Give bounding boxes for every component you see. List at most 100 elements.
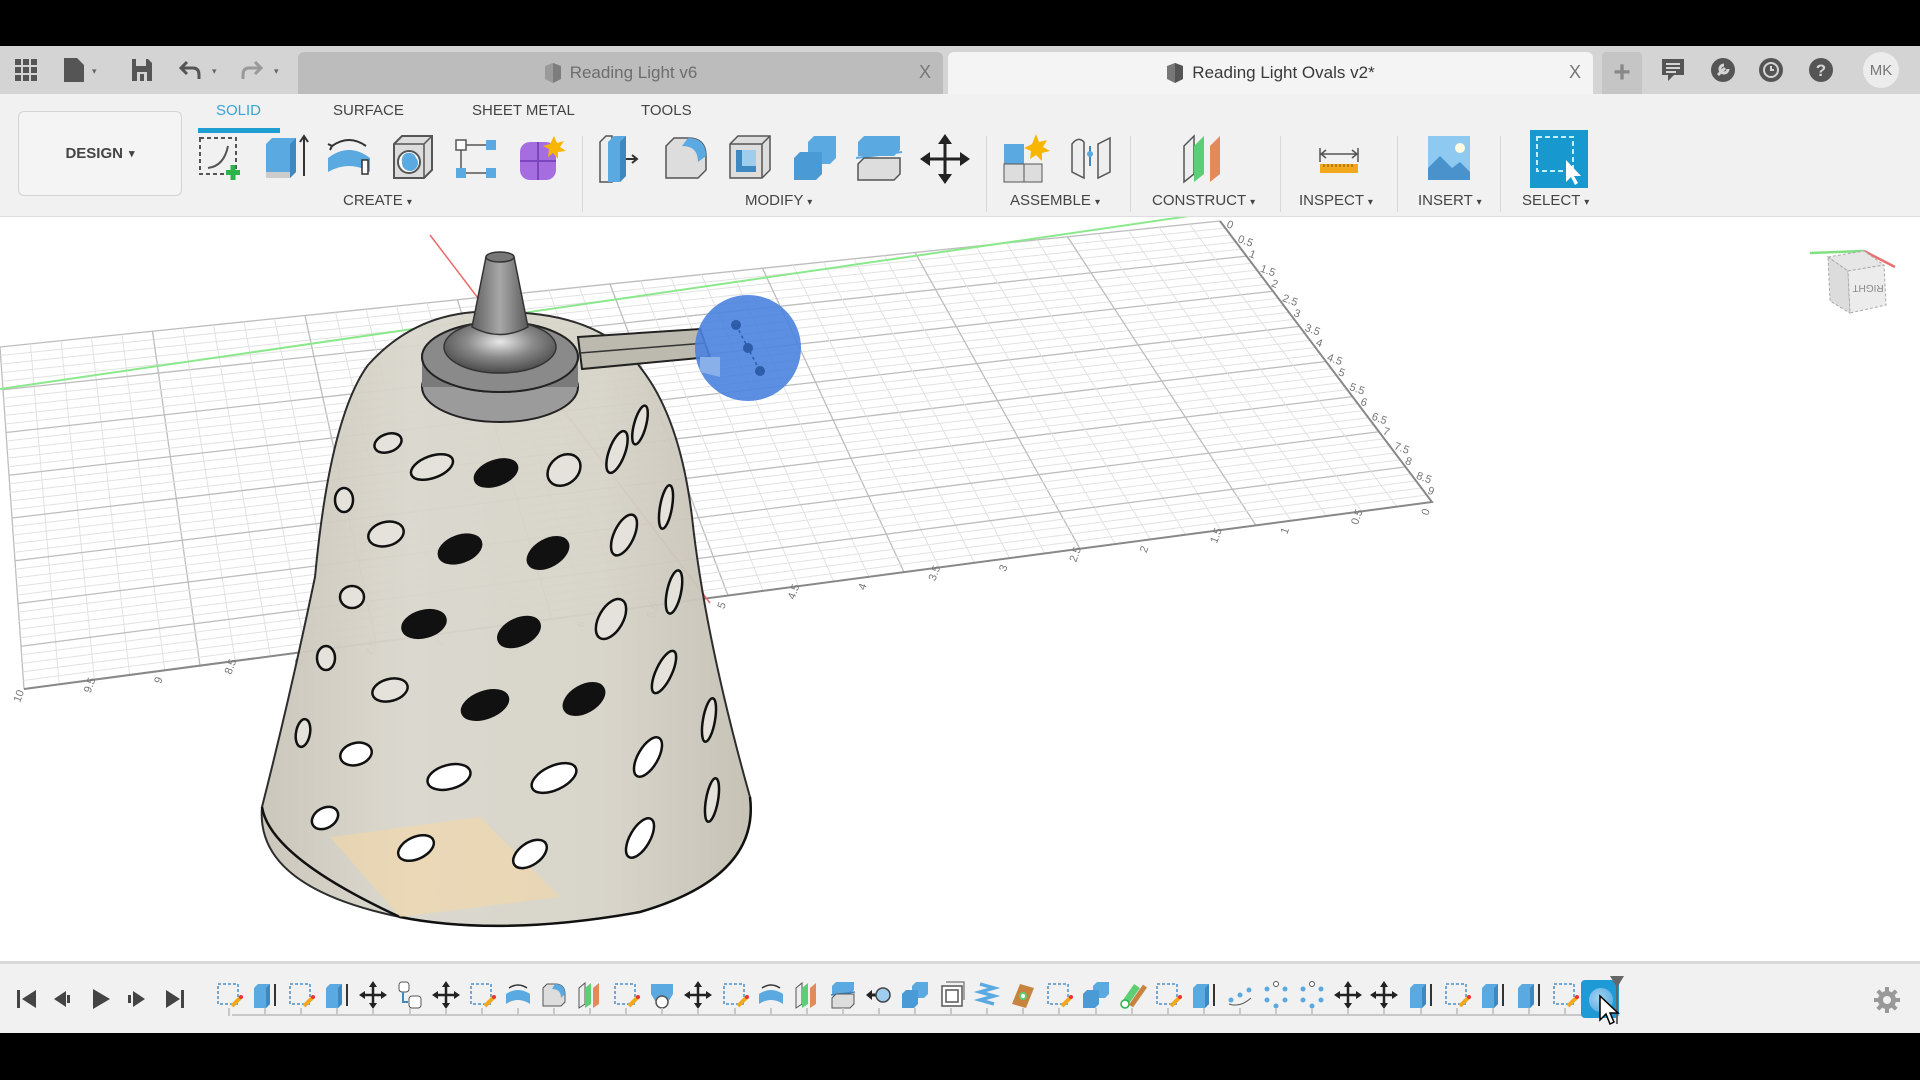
move-copy-button[interactable] (918, 132, 972, 186)
user-avatar[interactable]: MK (1863, 52, 1899, 88)
timeline-feature-sweep[interactable] (1117, 980, 1148, 1010)
timeline-feature-move[interactable] (358, 980, 388, 1010)
data-panel-icon[interactable] (12, 56, 40, 84)
timeline-feature-offset-plane[interactable] (792, 980, 822, 1010)
timeline-feature-sketch[interactable] (286, 980, 316, 1010)
pattern-button[interactable] (450, 132, 504, 186)
tab-surface[interactable]: SURFACE (333, 102, 404, 119)
lamp-arm[interactable] (576, 327, 712, 371)
go-to-start-button[interactable] (14, 986, 40, 1012)
tab-tools[interactable]: TOOLS (641, 102, 692, 119)
timeline-feature-sketch[interactable] (214, 980, 244, 1010)
extensions-icon[interactable] (1710, 57, 1736, 83)
fillet-button[interactable] (660, 132, 714, 186)
undo-icon[interactable] (176, 56, 204, 84)
timeline-feature-revolve[interactable] (756, 980, 786, 1010)
canvas-scene[interactable]: 00.511.522.533.544.555.566.577.588.59109… (0, 217, 1920, 961)
joint-button[interactable] (1064, 132, 1118, 186)
timeline-feature-pattern[interactable] (1261, 980, 1291, 1010)
timeline-feature-path[interactable] (1225, 980, 1255, 1010)
modify-menu[interactable]: MODIFY ▾ (745, 192, 812, 209)
timeline-feature-move[interactable] (431, 980, 461, 1010)
split-body-button[interactable] (852, 132, 906, 186)
undo-caret-icon[interactable]: ▾ (212, 66, 222, 76)
assemble-menu[interactable]: ASSEMBLE ▾ (1010, 192, 1100, 209)
close-tab-icon[interactable]: X (1569, 62, 1581, 83)
redo-icon[interactable] (238, 56, 266, 84)
tab-sheet-metal[interactable]: SHEET METAL (472, 102, 575, 119)
timeline-feature-extrude[interactable] (1514, 980, 1544, 1010)
close-tab-icon[interactable]: X (919, 62, 931, 83)
timeline-feature-sketch[interactable] (1442, 980, 1472, 1010)
3d-viewport[interactable]: 0 0.5 1 1.5 2 2.5 3 3.5 4 4.5 5 5.5 6 6.5 7 7.5 8 8.5 9 10 9… (0, 217, 1920, 961)
timeline-feature-component[interactable] (395, 980, 425, 1010)
gear-icon[interactable] (1873, 986, 1901, 1014)
view-cube[interactable]: RIGHT (1800, 231, 1900, 321)
extrude-button[interactable] (258, 132, 312, 186)
split-body-icon (855, 136, 903, 181)
notifications-icon[interactable] (1660, 57, 1686, 83)
hole-button[interactable] (386, 132, 440, 186)
timeline-feature-revolve[interactable] (503, 980, 533, 1010)
timeline-feature-split-body[interactable] (828, 980, 858, 1010)
new-tab-button[interactable]: + (1602, 52, 1642, 94)
combine-button[interactable] (788, 132, 842, 186)
timeline-feature-offset-plane[interactable] (575, 980, 605, 1010)
timeline-tick (1239, 1008, 1241, 1016)
timeline-feature-pattern[interactable] (1297, 980, 1327, 1010)
timeline-feature-extrude[interactable] (1189, 980, 1219, 1010)
timeline-feature-extrude[interactable] (250, 980, 280, 1010)
step-forward-button[interactable] (124, 986, 150, 1012)
revolve-button[interactable] (322, 132, 376, 186)
selected-sphere[interactable] (695, 295, 801, 401)
select-button[interactable] (1530, 130, 1588, 188)
timeline-feature-sketch[interactable] (720, 980, 750, 1010)
timeline-feature-joint[interactable] (864, 980, 894, 1010)
inspect-menu[interactable]: INSPECT ▾ (1299, 192, 1373, 209)
step-back-button[interactable] (50, 986, 76, 1012)
timeline-feature-emboss[interactable] (1008, 980, 1038, 1010)
save-icon[interactable] (128, 56, 156, 84)
insert-canvas-button[interactable] (1422, 132, 1476, 186)
timeline-feature-sketch[interactable] (1153, 980, 1183, 1010)
timeline-feature-move[interactable] (1333, 980, 1363, 1010)
redo-caret-icon[interactable]: ▾ (274, 66, 284, 76)
timeline-feature-coil[interactable] (972, 980, 1002, 1010)
timeline-feature-extrude[interactable] (1478, 980, 1508, 1010)
measure-button[interactable] (1312, 132, 1366, 186)
timeline-feature-sketch[interactable] (1550, 980, 1580, 1010)
lamp-socket[interactable] (421, 251, 579, 423)
go-to-end-button[interactable] (162, 986, 188, 1012)
create-menu[interactable]: CREATE ▾ (343, 192, 412, 209)
timeline-feature-sketch[interactable] (1044, 980, 1074, 1010)
timeline-feature-hole[interactable] (647, 980, 677, 1010)
file-icon[interactable] (60, 56, 88, 84)
construct-menu[interactable]: CONSTRUCT ▾ (1152, 192, 1255, 209)
insert-menu[interactable]: INSERT ▾ (1418, 192, 1482, 209)
timeline-feature-shell[interactable] (936, 980, 966, 1010)
select-menu[interactable]: SELECT ▾ (1522, 192, 1589, 209)
create-sketch-button[interactable] (194, 132, 248, 186)
timeline-feature-combine[interactable] (1081, 980, 1111, 1010)
timeline-feature-sketch[interactable] (467, 980, 497, 1010)
timeline-feature-sketch[interactable] (611, 980, 641, 1010)
new-component-button[interactable] (1000, 132, 1054, 186)
timeline-feature-move[interactable] (683, 980, 713, 1010)
shell-button[interactable] (724, 132, 778, 186)
workspace-switcher[interactable]: DESIGN ▾ (18, 111, 182, 196)
document-tab-reading-light-ovals-v2[interactable]: Reading Light Ovals v2* X (948, 52, 1593, 94)
help-icon[interactable]: ? (1808, 57, 1834, 83)
press-pull-button[interactable] (596, 132, 650, 186)
job-status-icon[interactable] (1758, 57, 1784, 83)
timeline-feature-extrude[interactable] (1406, 980, 1436, 1010)
timeline-feature-fillet[interactable] (539, 980, 569, 1010)
timeline-feature-move[interactable] (1369, 980, 1399, 1010)
tab-solid[interactable]: SOLID (216, 102, 261, 119)
play-button[interactable] (88, 986, 114, 1012)
timeline-feature-combine[interactable] (900, 980, 930, 1010)
offset-plane-button[interactable] (1178, 132, 1232, 186)
create-form-button[interactable] (514, 132, 568, 186)
timeline-feature-extrude[interactable] (322, 980, 352, 1010)
document-tab-reading-light-v6[interactable]: Reading Light v6 X (298, 52, 943, 94)
file-caret-icon[interactable]: ▾ (92, 66, 102, 76)
